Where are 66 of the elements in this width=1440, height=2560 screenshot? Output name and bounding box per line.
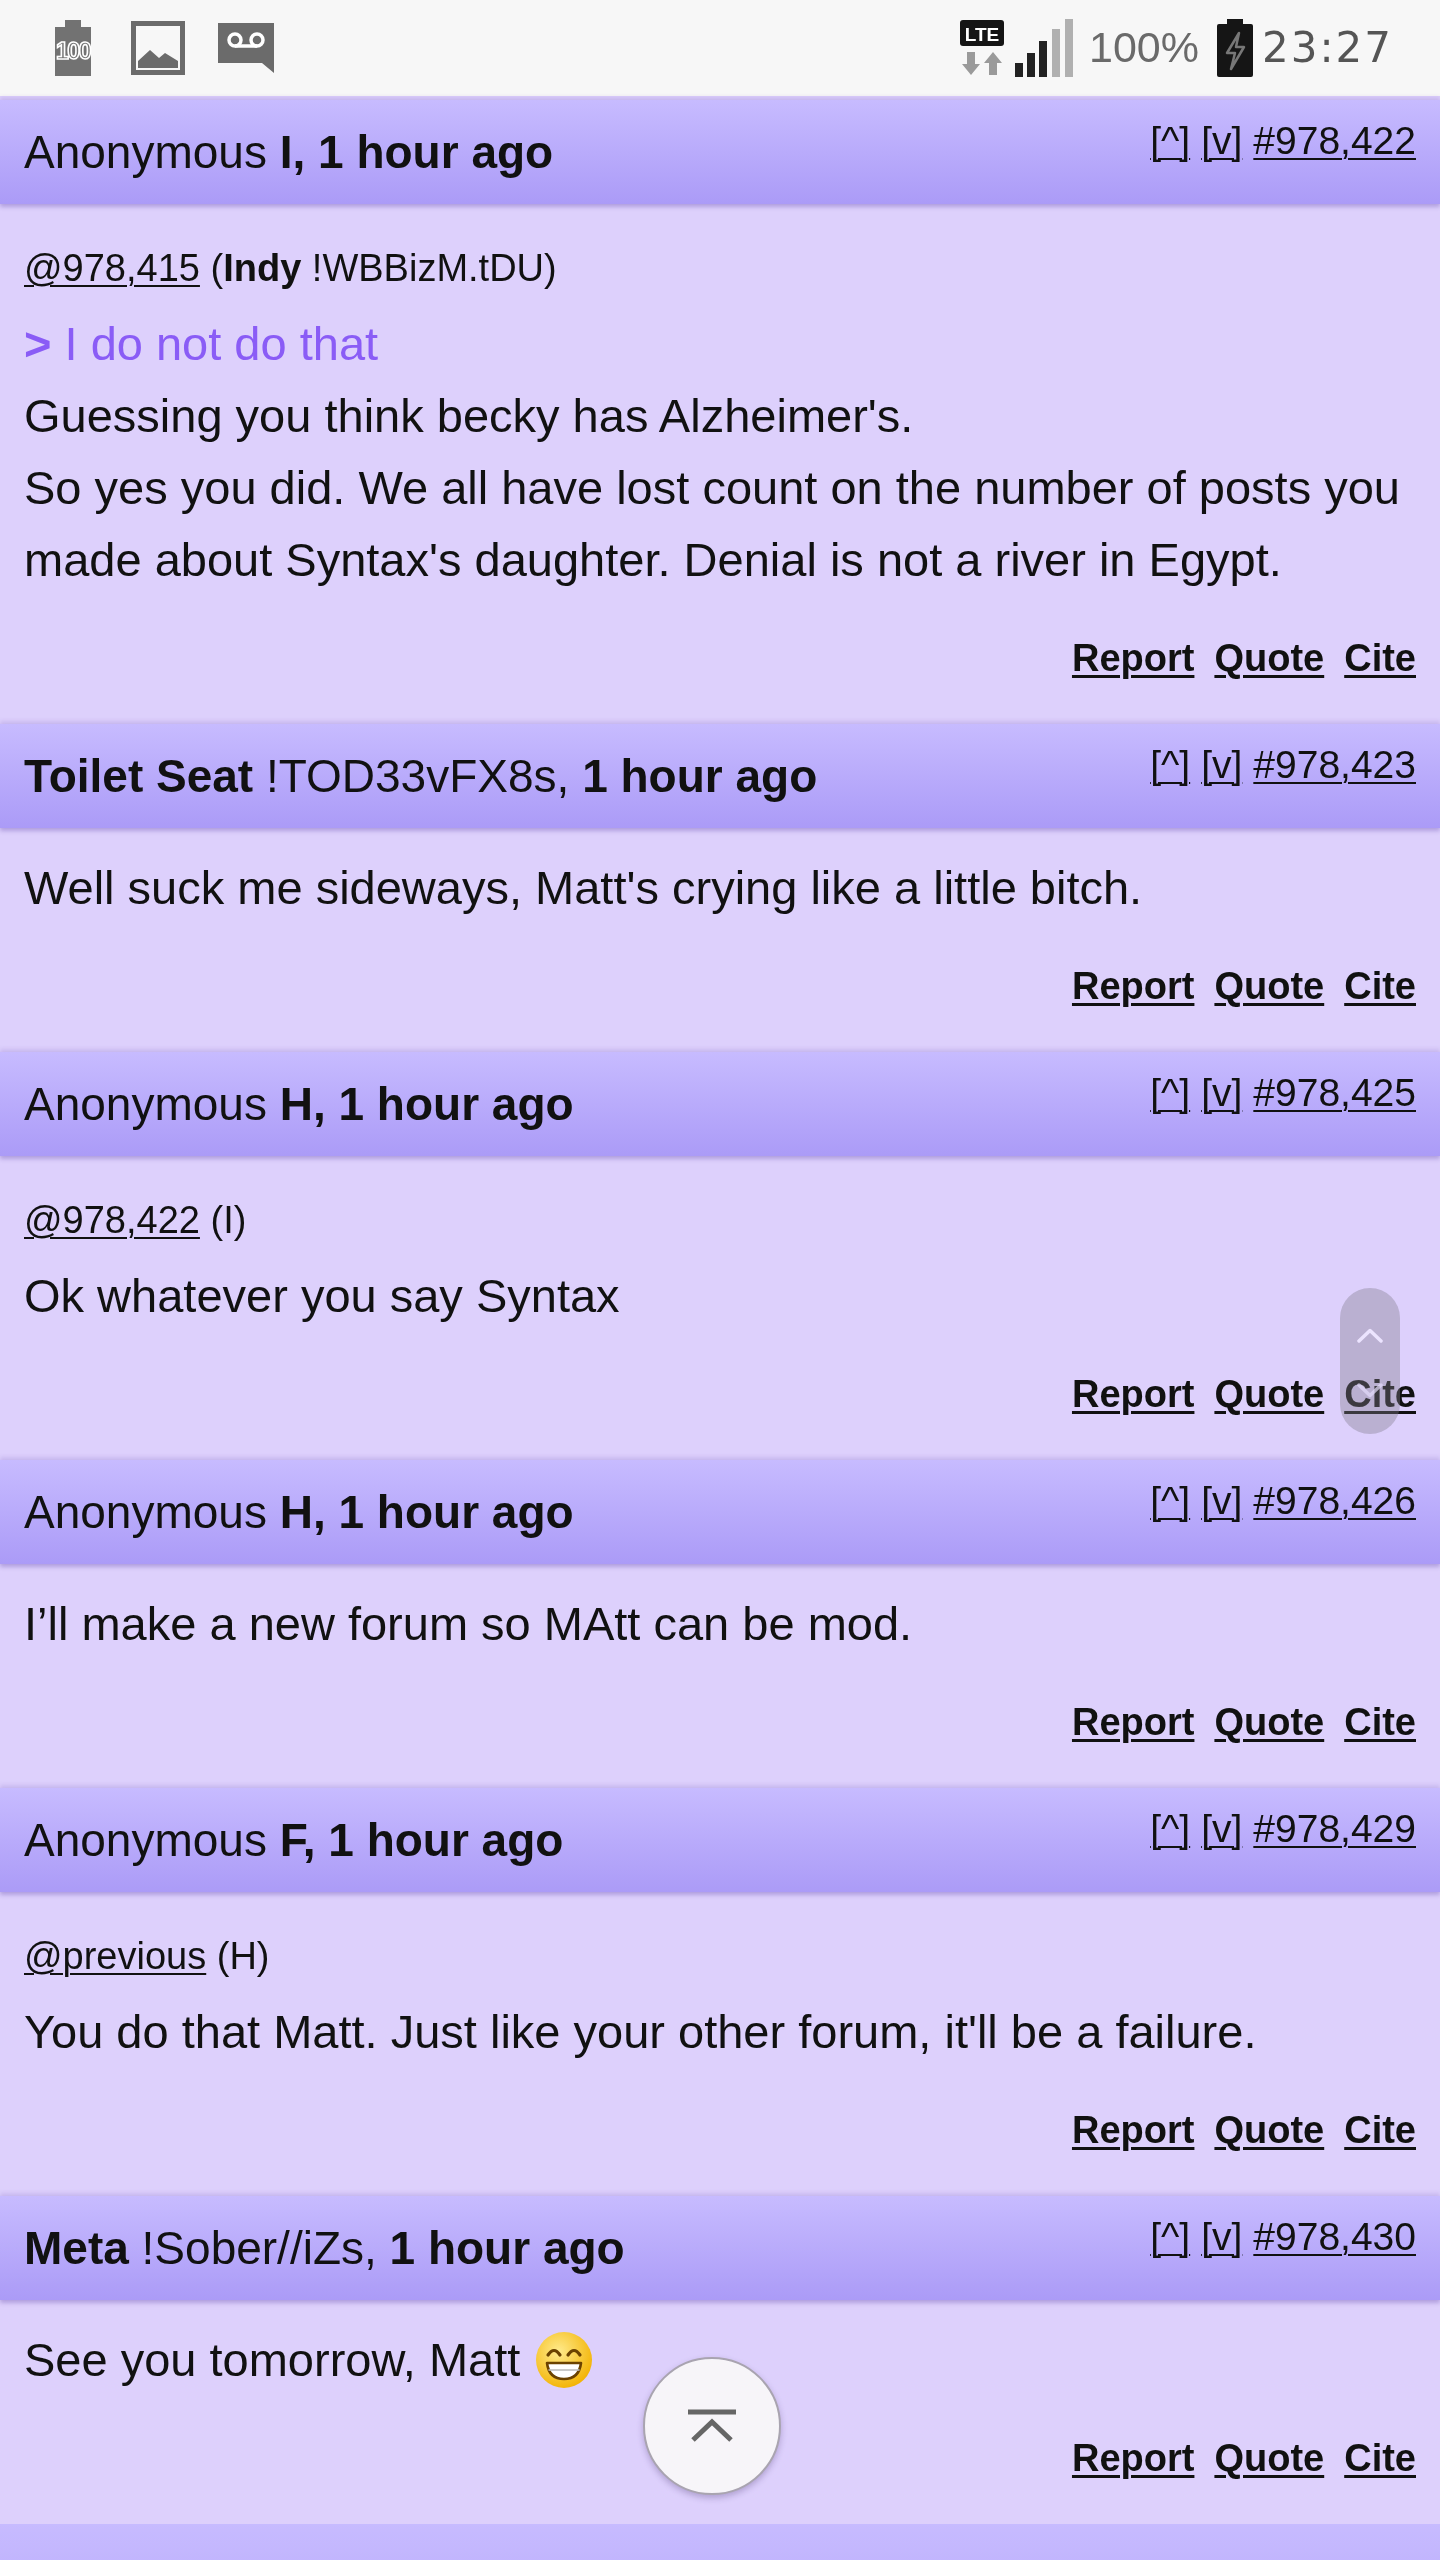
post-byline: Anonymous F, 1 hour ago bbox=[24, 1813, 564, 1867]
cite-link[interactable]: Cite bbox=[1344, 1371, 1416, 1417]
post-number-link[interactable]: #978,422 bbox=[1253, 118, 1416, 164]
post-text: So yes you did. We all have lost count on the number of posts you made about Syntax's daughter. Denial is not a river in Egypt. bbox=[24, 460, 1401, 588]
reply-link[interactable]: @previous bbox=[24, 1935, 207, 1977]
post-text: Ok whatever you say Syntax bbox=[24, 1268, 621, 1324]
jump-up-link[interactable]: [^] bbox=[1150, 118, 1191, 164]
report-link[interactable]: Report bbox=[1071, 1699, 1195, 1745]
post-text: Guessing you think becky has Alzheimer's. bbox=[24, 388, 915, 444]
grinning-face-icon bbox=[536, 2332, 593, 2388]
jump-down-link[interactable]: [v] bbox=[1201, 1806, 1243, 1852]
quote-link[interactable]: Quote bbox=[1214, 1371, 1325, 1417]
post-byline: Meta !Sober//iZs, 1 hour ago bbox=[24, 2221, 625, 2275]
reply-link[interactable]: @978,415 bbox=[24, 247, 200, 289]
chevron-down-icon bbox=[1357, 1383, 1383, 1398]
quote-link[interactable]: Quote bbox=[1214, 2435, 1325, 2481]
post-number-link[interactable]: #978,429 bbox=[1253, 1806, 1416, 1852]
reply-line: @978,422 (I) bbox=[24, 1198, 248, 1243]
post-text: Well suck me sideways, Matt's crying like a little bitch. bbox=[24, 860, 1144, 916]
clock-time: 23:27 bbox=[1261, 24, 1393, 72]
post-byline: Anonymous I, 1 hour ago bbox=[24, 125, 554, 179]
battery-percentage: 100% bbox=[1088, 24, 1199, 72]
report-link[interactable]: Report bbox=[1071, 635, 1195, 681]
signal-icon bbox=[1014, 19, 1073, 77]
post-byline: Toilet Seat !TOD33vFX8s, 1 hour ago bbox=[24, 749, 818, 803]
reply-link[interactable]: @978,422 bbox=[24, 1199, 200, 1241]
report-link[interactable]: Report bbox=[1071, 1371, 1195, 1417]
post-byline: Anonymous H, 1 hour ago bbox=[24, 1077, 574, 1131]
reply-line: @978,415 (Indy !WBBizM.tDU) bbox=[24, 246, 558, 291]
voicemail-icon bbox=[218, 23, 274, 73]
quote-link[interactable]: Quote bbox=[1214, 2107, 1325, 2153]
jump-down-link[interactable]: [v] bbox=[1201, 1478, 1243, 1524]
cite-link[interactable]: Cite bbox=[1344, 635, 1416, 681]
post-number-link[interactable]: #978,426 bbox=[1253, 1478, 1416, 1524]
jump-down-link[interactable]: [v] bbox=[1201, 742, 1243, 788]
post-number-link[interactable]: #978,425 bbox=[1253, 1070, 1416, 1116]
report-link[interactable]: Report bbox=[1071, 2435, 1195, 2481]
scroll-to-top-icon bbox=[686, 2409, 738, 2443]
reply-line: @previous (H) bbox=[24, 1934, 271, 1979]
jump-down-link[interactable]: [v] bbox=[1201, 118, 1243, 164]
jump-up-link[interactable]: [^] bbox=[1150, 1806, 1191, 1852]
report-link[interactable]: Report bbox=[1071, 2107, 1195, 2153]
quote-link[interactable]: Quote bbox=[1214, 1699, 1325, 1745]
quote-link[interactable]: Quote bbox=[1214, 963, 1325, 1009]
jump-down-link[interactable]: [v] bbox=[1201, 1070, 1243, 1116]
image-icon bbox=[131, 21, 185, 75]
jump-up-link[interactable]: [^] bbox=[1150, 1478, 1191, 1524]
post-number-link[interactable]: #978,423 bbox=[1253, 742, 1416, 788]
cite-link[interactable]: Cite bbox=[1344, 963, 1416, 1009]
chevron-up-icon bbox=[1357, 1328, 1383, 1343]
jump-up-link[interactable]: [^] bbox=[1150, 1070, 1191, 1116]
post-text: I’ll make a new forum so MAtt can be mod. bbox=[24, 1596, 914, 1652]
jump-down-link[interactable]: [v] bbox=[1201, 2214, 1243, 2260]
jump-up-link[interactable]: [^] bbox=[1150, 2214, 1191, 2260]
post-byline: Anonymous H, 1 hour ago bbox=[24, 1485, 574, 1539]
post-text: You do that Matt. Just like your other forum, it'll be a failure. bbox=[24, 2004, 1258, 2060]
jump-up-link[interactable]: [^] bbox=[1150, 742, 1191, 788]
quote-text: > I do not do that bbox=[24, 316, 380, 372]
cite-link[interactable]: Cite bbox=[1344, 2435, 1416, 2481]
post-number-link[interactable]: #978,430 bbox=[1253, 2214, 1416, 2260]
post-text: See you tomorrow, Matt bbox=[24, 2332, 521, 2388]
cite-link[interactable]: Cite bbox=[1344, 2107, 1416, 2153]
report-link[interactable]: Report bbox=[1071, 963, 1195, 1009]
quote-link[interactable]: Quote bbox=[1214, 635, 1325, 681]
battery-charging-icon bbox=[1216, 19, 1253, 77]
cite-link[interactable]: Cite bbox=[1344, 1699, 1416, 1745]
